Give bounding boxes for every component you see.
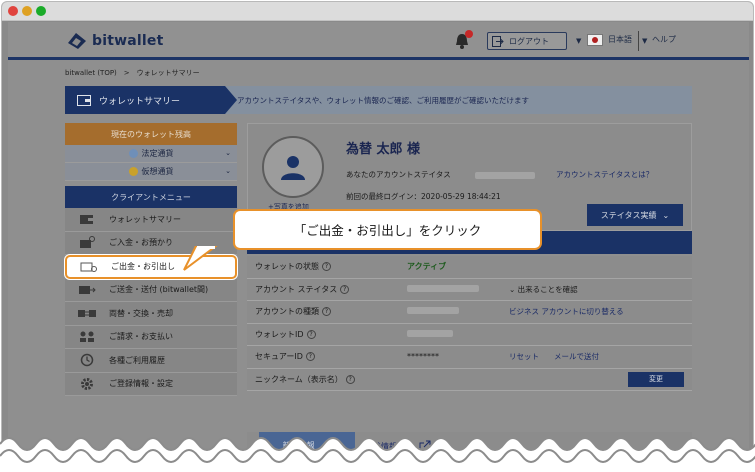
crypto-coin-icon	[128, 167, 138, 176]
sidebar-item-settings[interactable]: ご登録情報・設定	[65, 372, 237, 396]
help-icon[interactable]: ?	[305, 352, 315, 362]
help-icon[interactable]: ?	[345, 374, 355, 384]
help-link[interactable]: ヘルプ	[652, 34, 676, 45]
sidebar-item-label: ご登録情報・設定	[109, 379, 173, 389]
help-icon[interactable]: ?	[322, 307, 331, 317]
instruction-callout: 「ご出金・お引出し」をクリック	[233, 209, 542, 250]
table-row: セキュアーID? ******** リセット メールで送付	[247, 346, 692, 369]
last-login-text: 前回の最終ログイン：2020-05-29 18:44:21	[346, 192, 501, 201]
chevron-down-icon: ⌄	[225, 149, 231, 157]
sidebar-item-label: 各種ご利用履歴	[109, 355, 165, 365]
table-row: アカウント ステイタス? ⌄ 出来ることを確認	[247, 278, 692, 301]
help-caret-icon[interactable]: ▼	[642, 37, 647, 45]
summary-bar: ウォレットサマリー アカウントステイタスや、ウォレット情報のご確認、ご利用履歴が…	[65, 86, 692, 114]
redacted-value	[407, 329, 453, 337]
sidebar-item-label: 両替・交換・売却	[109, 308, 173, 318]
logout-button[interactable]: ログアウト	[487, 32, 567, 50]
sidebar-item-label: ご送金・送付 (bitwallet間)	[109, 285, 209, 295]
switch-business-account-link[interactable]: ビジネス アカウントに切り替える	[509, 306, 624, 317]
billing-icon	[65, 331, 109, 343]
site-header: bitwallet ログアウト ▼ 日本語 ▼ ヘルプ	[8, 22, 749, 60]
secure-id-actions[interactable]: リセット メールで送付	[509, 351, 599, 362]
wallet-summary-tab-label: ウォレットサマリー	[99, 96, 181, 107]
account-dropdown-caret-icon[interactable]: ▼	[576, 37, 581, 45]
change-nickname-button[interactable]: 変更	[628, 371, 684, 387]
sidebar-item-billing[interactable]: ご請求・お支払い	[65, 325, 237, 349]
avatar[interactable]	[262, 136, 324, 198]
logout-icon	[492, 35, 504, 47]
fiat-currency-row[interactable]: 法定通貨 ⌄	[65, 145, 237, 163]
check-capabilities-link[interactable]: ⌄ 出来ることを確認	[509, 284, 578, 295]
status-record-button[interactable]: ステイタス実績 ⌄	[587, 204, 683, 226]
wallet-balance-header: 現在のウォレット残高	[65, 123, 237, 145]
help-icon[interactable]: ?	[306, 329, 316, 339]
notification-bell-icon[interactable]	[453, 30, 473, 50]
brand-logo[interactable]: bitwallet	[66, 31, 163, 51]
maximize-window-icon[interactable]	[36, 6, 46, 16]
account-status-label: あなたのアカウントステイタス	[346, 169, 536, 180]
redacted-value	[407, 284, 479, 292]
logout-label: ログアウト	[509, 36, 549, 46]
breadcrumb[interactable]: bitwallet (TOP) > ウォレットサマリー	[65, 68, 200, 78]
secure-id-value: ********	[407, 352, 439, 362]
notification-badge	[465, 30, 473, 38]
account-status-help-link[interactable]: アカウントステイタスとは？	[556, 169, 653, 180]
help-icon[interactable]: ?	[340, 284, 350, 294]
redacted-status-value	[475, 171, 536, 179]
header-divider	[638, 31, 639, 51]
summary-description: アカウントステイタスや、ウォレット情報のご確認、ご利用履歴がご確認いただけます	[237, 96, 529, 105]
sidebar-item-label: ご出金・お引出し	[111, 262, 175, 272]
table-row: ウォレットID?	[247, 323, 692, 346]
chevron-down-icon: ⌄	[225, 167, 231, 175]
history-icon	[65, 353, 109, 367]
redacted-value	[407, 307, 459, 315]
callout-pointer	[183, 246, 218, 271]
wallet-info-table: ウォレットの状態? アクティブ アカウント ステイタス? ⌄ 出来ることを確認 …	[247, 256, 692, 391]
user-name: 為替 太郎 様	[346, 142, 421, 157]
user-icon	[281, 156, 305, 180]
sidebar-item-wallet-summary[interactable]: ウォレットサマリー	[65, 208, 237, 232]
wallet-state-value: アクティブ	[407, 262, 447, 272]
help-icon[interactable]: ?	[322, 262, 331, 272]
sidebar-item-label: ご請求・お支払い	[109, 332, 173, 342]
wavy-edge-decoration	[0, 437, 755, 472]
fiat-coin-icon	[128, 149, 138, 158]
chevron-down-icon: ⌄	[662, 210, 670, 220]
close-window-icon[interactable]	[8, 6, 18, 16]
brand-name: bitwallet	[92, 33, 164, 49]
minimize-window-icon[interactable]	[22, 6, 32, 16]
table-row: ニックネーム（表示名）? 変更	[247, 368, 692, 391]
wallet-summary-tab[interactable]: ウォレットサマリー	[65, 86, 237, 114]
wallet-icon	[77, 95, 91, 106]
deposit-icon	[65, 236, 109, 249]
wallet-icon	[65, 213, 109, 225]
sidebar-item-label: ウォレットサマリー	[109, 214, 181, 224]
japan-flag-icon	[587, 34, 603, 46]
crypto-currency-row[interactable]: 仮想通貨 ⌄	[65, 163, 237, 181]
fiat-currency-label: 法定通貨	[141, 149, 174, 158]
client-menu-header: クライアントメニュー	[65, 186, 237, 208]
table-row: ウォレットの状態? アクティブ	[247, 256, 692, 279]
sidebar-item-transfer[interactable]: ご送金・送付 (bitwallet間)	[65, 278, 237, 302]
sidebar-item-label: ご入金・お預かり	[109, 238, 173, 248]
sidebar-item-history[interactable]: 各種ご利用履歴	[65, 349, 237, 373]
gear-icon	[65, 377, 109, 391]
crypto-currency-label: 仮想通貨	[141, 167, 174, 176]
bitwallet-logo-icon	[66, 31, 88, 51]
sidebar-item-exchange[interactable]: 両替・交換・売却	[65, 302, 237, 326]
table-row: アカウントの種類? ビジネス アカウントに切り替える	[247, 301, 692, 324]
transfer-icon	[65, 284, 109, 296]
window-titlebar	[2, 2, 753, 21]
language-selector[interactable]: 日本語	[608, 34, 632, 45]
withdraw-icon	[67, 260, 111, 273]
exchange-icon	[65, 307, 109, 319]
